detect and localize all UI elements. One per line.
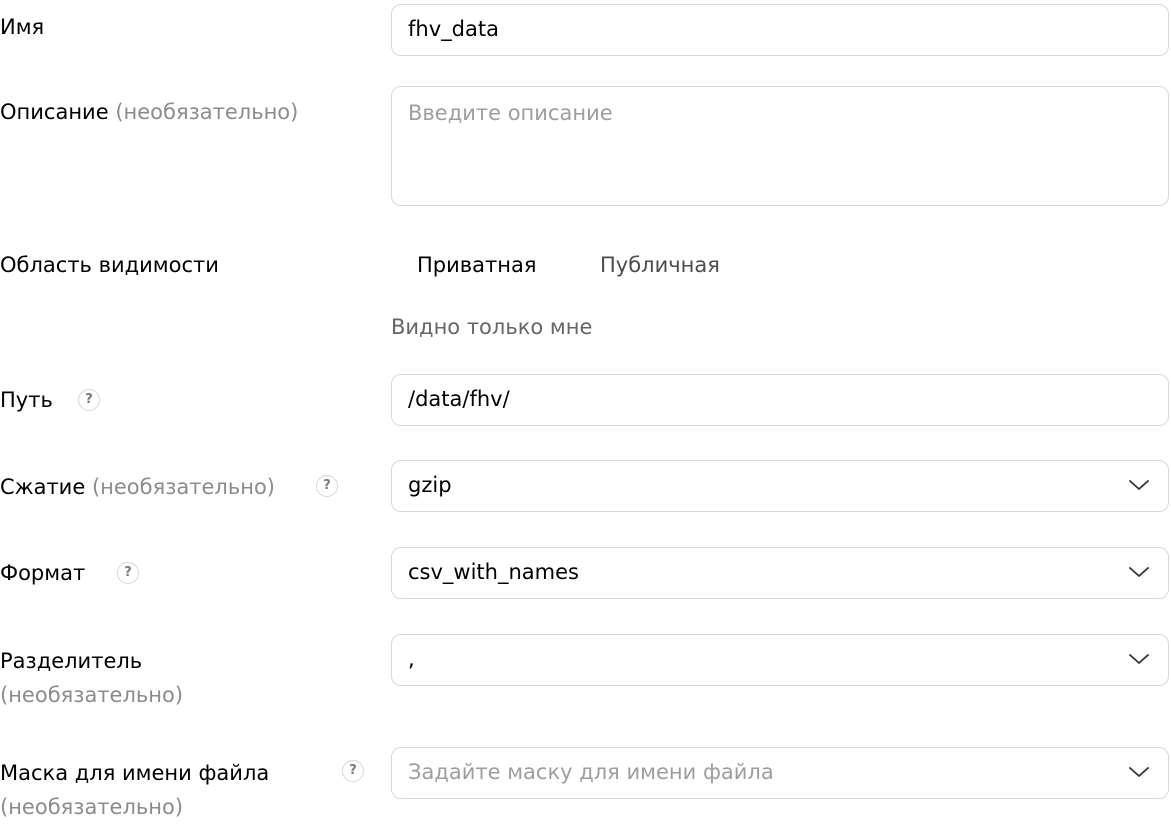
path-input-value: /data/fhv/ [408,387,510,411]
file-mask-help-icon[interactable]: ? [342,760,364,782]
compression-select[interactable]: gzip [391,460,1169,512]
compression-help-icon[interactable]: ? [316,475,338,497]
file-mask-select[interactable]: Задайте маску для имени файла [391,747,1169,799]
delimiter-optional-text: (необязательно) [0,683,184,707]
format-label-text: Формат [0,561,86,585]
path-label: Путь [0,383,53,417]
delimiter-select[interactable]: , [391,634,1169,686]
compression-label: Сжатие (необязательно) [0,470,275,504]
description-label: Описание (необязательно) [0,95,298,129]
description-optional-text: (необязательно) [115,100,299,124]
chevron-down-icon [1129,480,1149,490]
delimiter-label: Разделитель [0,644,142,678]
file-mask-label-text: Маска для имени файла [0,761,270,785]
visibility-hint: Видно только мне [391,315,593,339]
delimiter-select-value: , [408,647,415,671]
name-label-text: Имя [0,15,45,39]
format-select[interactable]: csv_with_names [391,547,1169,599]
path-label-text: Путь [0,388,53,412]
name-input[interactable]: fhv_data [391,4,1169,56]
chevron-down-icon [1129,654,1149,664]
file-mask-optional-text: (необязательно) [0,795,184,819]
description-label-text: Описание [0,100,109,124]
description-placeholder: Введите описание [408,101,613,125]
format-label: Формат [0,556,85,590]
format-help-icon[interactable]: ? [117,562,139,584]
visibility-option-public[interactable]: Публичная [600,248,720,282]
visibility-label: Область видимости [0,248,219,282]
compression-optional-text: (необязательно) [91,475,275,499]
chevron-down-icon [1129,767,1149,777]
description-textarea[interactable]: Введите описание [391,86,1169,206]
compression-select-value: gzip [408,473,452,497]
name-input-value: fhv_data [408,17,499,41]
delimiter-label-text: Разделитель [0,649,143,673]
connection-form: Имя fhv_data Описание (необязательно) Вв… [0,0,1171,824]
name-label: Имя [0,10,44,44]
path-input[interactable]: /data/fhv/ [391,374,1169,426]
compression-label-text: Сжатие [0,475,86,499]
visibility-option-private[interactable]: Приватная [417,248,536,282]
format-select-value: csv_with_names [408,560,579,584]
path-help-icon[interactable]: ? [78,389,100,411]
chevron-down-icon [1129,567,1149,577]
file-mask-placeholder: Задайте маску для имени файла [408,760,774,784]
file-mask-label: Маска для имени файла [0,756,269,790]
visibility-label-text: Область видимости [0,253,219,277]
